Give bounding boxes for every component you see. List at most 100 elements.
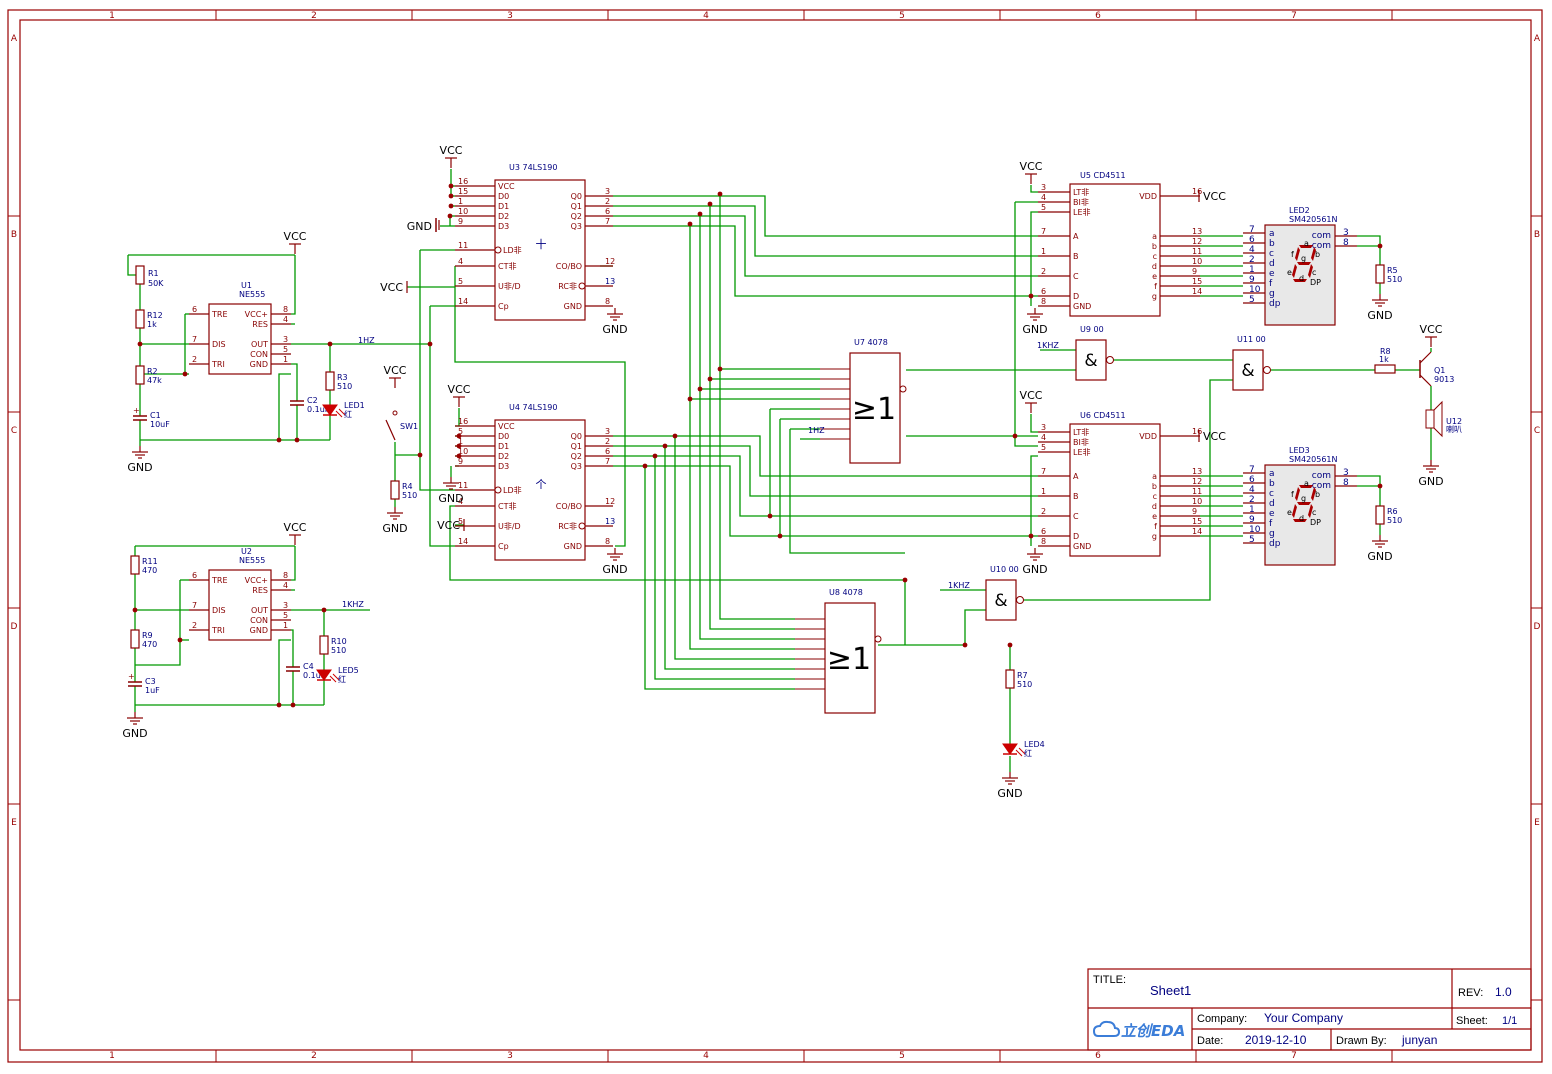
transistor-collector bbox=[1419, 351, 1432, 364]
pin-number: 1 bbox=[1041, 247, 1046, 256]
wire bbox=[1357, 475, 1381, 506]
u1-ref: U1 bbox=[241, 281, 252, 290]
pin-name: b bbox=[1152, 482, 1157, 491]
pin-number: 4 bbox=[1249, 245, 1255, 255]
pin-number: 4 bbox=[458, 257, 463, 266]
pin-name: Q1 bbox=[571, 202, 582, 211]
pin-number: 15 bbox=[1192, 277, 1202, 286]
r7 bbox=[1005, 669, 1015, 689]
wire bbox=[613, 455, 1038, 517]
led-value: 红 bbox=[1024, 748, 1032, 758]
segment-letter: g bbox=[1301, 254, 1306, 263]
pin-name: dp bbox=[1269, 539, 1281, 549]
pin-name: e bbox=[1152, 512, 1157, 521]
pin-number: 4 bbox=[1041, 433, 1046, 442]
pin-number: 4 bbox=[1249, 485, 1255, 495]
pin-name: b bbox=[1269, 239, 1275, 249]
wires bbox=[127, 169, 1432, 772]
pin-number: 8 bbox=[1343, 238, 1349, 248]
pin-name: D3 bbox=[498, 462, 509, 471]
junction-dot bbox=[132, 607, 138, 613]
pin-name: g bbox=[1269, 289, 1275, 299]
pin-name: D bbox=[1073, 292, 1079, 301]
segment-letter: e bbox=[1287, 268, 1292, 277]
schematic-sheet: 11223344556677AABBCCDDEE U1 NE555 TRE 6 DIS 7… bbox=[0, 0, 1552, 1069]
pin-name: GND bbox=[250, 360, 268, 369]
pin-number: 6 bbox=[192, 305, 197, 314]
pin-name: CON bbox=[250, 350, 268, 359]
u8-title: U8 4078 bbox=[829, 588, 863, 597]
gnd-label: GND bbox=[602, 323, 627, 336]
pin-number: 10 bbox=[458, 207, 468, 216]
or-symbol: ≥1 bbox=[827, 642, 871, 677]
pin-number: 4 bbox=[283, 315, 288, 324]
pin-name: GND bbox=[1073, 302, 1091, 311]
pin-number: 12 bbox=[1192, 237, 1202, 246]
frame-col-label: 3 bbox=[507, 1051, 513, 1061]
date-value: 2019-12-10 bbox=[1245, 1033, 1307, 1047]
junction-dot bbox=[290, 702, 296, 708]
pin-name: D3 bbox=[498, 222, 509, 231]
pin-number: 7 bbox=[192, 601, 197, 610]
net-label-1khz: 1KHZ bbox=[342, 600, 364, 609]
u5-title: U5 CD4511 bbox=[1080, 171, 1126, 180]
vcc-label: VCC bbox=[440, 144, 463, 157]
pin-number: 9 bbox=[1249, 275, 1255, 285]
pin-name: g bbox=[1152, 532, 1157, 541]
junction-dot bbox=[697, 211, 703, 217]
or-symbol: ≥1 bbox=[852, 392, 896, 427]
gnd-label: GND bbox=[382, 522, 407, 535]
net-label-1khz: 1KHZ bbox=[1037, 341, 1059, 350]
u6-title: U6 CD4511 bbox=[1080, 411, 1126, 420]
pin-name: LE非 bbox=[1073, 447, 1091, 457]
capacitor-ref: C1 bbox=[150, 411, 161, 420]
wire bbox=[291, 546, 296, 581]
wire bbox=[613, 205, 1038, 257]
segment-letter: f bbox=[1291, 490, 1294, 499]
r6 bbox=[1375, 505, 1385, 525]
pin-number: 7 bbox=[1249, 465, 1255, 475]
junction-dot bbox=[1007, 642, 1013, 648]
wire bbox=[419, 250, 455, 491]
u10-title: U10 00 bbox=[990, 565, 1019, 574]
pin-name: com bbox=[1312, 471, 1331, 481]
frame-col-label: 5 bbox=[899, 1051, 905, 1061]
junction-dot bbox=[447, 213, 453, 219]
resistor-value: 510 bbox=[1017, 680, 1032, 689]
pin-number: 16 bbox=[458, 177, 468, 186]
pin-number: 1 bbox=[283, 621, 288, 630]
pin-name: com bbox=[1312, 231, 1331, 241]
vcc-label: VCC bbox=[1203, 430, 1226, 443]
pin-name: g bbox=[1269, 529, 1275, 539]
pin-number: 6 bbox=[1041, 527, 1046, 536]
pin-number: 8 bbox=[1041, 297, 1046, 306]
resistor-ref: R6 bbox=[1387, 507, 1398, 516]
pin-number: 16 bbox=[1192, 187, 1202, 196]
pin-name: a bbox=[1269, 469, 1275, 479]
pin-name: C bbox=[1073, 272, 1079, 281]
pin-name: RC非 bbox=[558, 281, 577, 291]
pin-number: 1 bbox=[283, 355, 288, 364]
frame-row-label: E bbox=[11, 818, 17, 828]
junction-dot bbox=[1377, 483, 1383, 489]
pin-name: dp bbox=[1269, 299, 1281, 309]
led-value: 红 bbox=[344, 409, 352, 419]
pin-name: D1 bbox=[498, 202, 509, 211]
pin-number: 2 bbox=[1249, 255, 1255, 265]
pin-bubble bbox=[1263, 366, 1271, 374]
pin-name: RES bbox=[252, 586, 268, 595]
q1-value: 9013 bbox=[1434, 375, 1454, 384]
rev-label: REV: bbox=[1458, 987, 1483, 999]
pin-name: d bbox=[1269, 259, 1275, 269]
frame-col-label: 1 bbox=[109, 1051, 115, 1061]
segment-letter: f bbox=[1291, 250, 1294, 259]
pin-name: A bbox=[1073, 472, 1079, 481]
pin-name: TRI bbox=[211, 360, 225, 369]
junction-dot bbox=[687, 221, 693, 227]
capacitor-polarity: + bbox=[133, 406, 140, 415]
pin-name: RES bbox=[252, 320, 268, 329]
pin-number: 7 bbox=[1249, 225, 1255, 235]
vcc-label: VCC bbox=[284, 230, 307, 243]
resistor-value: 510 bbox=[331, 646, 346, 655]
pin-number: 4 bbox=[1041, 193, 1046, 202]
